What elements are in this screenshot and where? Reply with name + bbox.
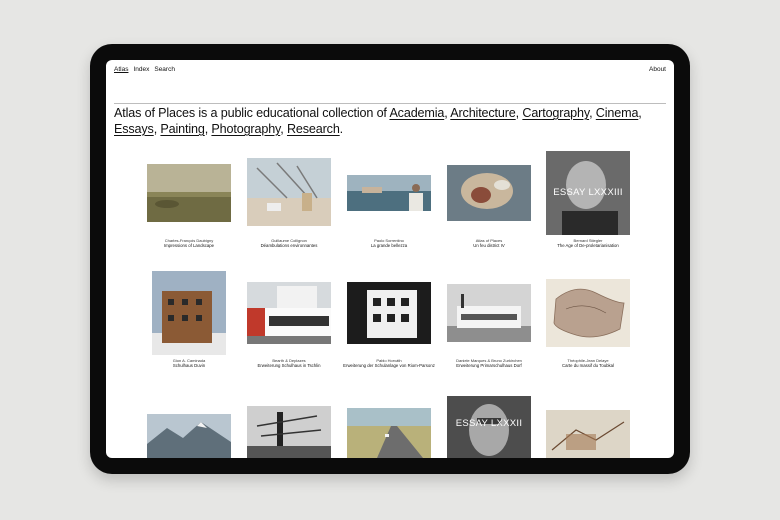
- intro-lead: Atlas of Places is a public educational …: [114, 106, 387, 120]
- tablet-frame: Atlas Index Search About Atlas of Places…: [90, 44, 690, 474]
- top-nav: Atlas Index Search: [114, 66, 175, 73]
- category-photography[interactable]: Photography: [211, 122, 280, 136]
- thumb-map[interactable]: [546, 279, 630, 347]
- thumb-road-photo[interactable]: [347, 408, 431, 458]
- category-architecture[interactable]: Architecture: [450, 106, 516, 120]
- caption-5: Bernard Stiegler The Age of De-proletari…: [538, 238, 638, 248]
- category-painting[interactable]: Painting: [160, 122, 204, 136]
- caption-2: Guillaume Collignon Déambulations enviro…: [239, 238, 339, 248]
- category-research[interactable]: Research: [287, 122, 340, 136]
- thumb-industrial-photo[interactable]: [247, 406, 331, 458]
- caption-title[interactable]: Carte du massif du Toubkal: [538, 363, 638, 368]
- caption-title[interactable]: Déambulations environnantes: [239, 243, 339, 248]
- caption-4: Atlas of Places Un feu district IV: [439, 238, 539, 248]
- thumb-film-still[interactable]: [347, 175, 431, 211]
- caption-10: Théophile-Jean Delaye Carte du massif du…: [538, 358, 638, 368]
- caption-title[interactable]: Impressions of Landscape: [139, 243, 239, 248]
- thumb-mountain-photo[interactable]: [147, 414, 231, 458]
- essay-overlay-label: ESSAY LXXXII: [455, 418, 523, 429]
- thumb-construction-photo[interactable]: [247, 158, 331, 226]
- category-cinema[interactable]: Cinema: [596, 106, 639, 120]
- thumb-wooden-house[interactable]: [152, 271, 226, 355]
- thumb-landscape-painting[interactable]: [147, 164, 231, 222]
- caption-title[interactable]: The Age of De-proletarianisation: [538, 243, 638, 248]
- category-cartography[interactable]: Cartography: [522, 106, 589, 120]
- caption-8: Pablo Horváth Erweiterung der Schulanlag…: [339, 358, 439, 368]
- caption-title[interactable]: Un feu district IV: [439, 243, 539, 248]
- caption-title[interactable]: Erweiterung Schulhaus in Tschlin: [239, 363, 339, 368]
- thumb-satellite-image[interactable]: [447, 165, 531, 221]
- caption-6: Gion A. Caminada Schulhaus Duvin: [139, 358, 239, 368]
- caption-title[interactable]: Schulhaus Duvin: [139, 363, 239, 368]
- thumb-school-building[interactable]: [247, 282, 331, 344]
- nav-about[interactable]: About: [649, 66, 666, 73]
- caption-7: Bearth & Deplazes Erweiterung Schulhaus …: [239, 358, 339, 368]
- browser-screen: Atlas Index Search About Atlas of Places…: [106, 60, 674, 458]
- category-academia[interactable]: Academia: [389, 106, 444, 120]
- thumb-school-building-bw[interactable]: [447, 284, 531, 342]
- thumb-essay-portrait[interactable]: ESSAY LXXXIII: [546, 151, 630, 235]
- thumb-essay-portrait[interactable]: ESSAY LXXXII: [447, 396, 531, 458]
- caption-3: Paolo Sorrentino La grande bellezza: [339, 238, 439, 248]
- thumb-school-building-bw[interactable]: [347, 282, 431, 344]
- caption-9: Daniele Marques & Bruno Zurkirchen Erwei…: [439, 358, 539, 368]
- caption-title[interactable]: La grande bellezza: [339, 243, 439, 248]
- caption-title[interactable]: Erweiterung der Schulanlage von Riom-Par…: [339, 363, 439, 368]
- caption-1: Charles-François Daubigny Impressions of…: [139, 238, 239, 248]
- intro-text: Atlas of Places is a public educational …: [114, 106, 642, 136]
- essay-overlay-label: ESSAY LXXXIII: [553, 187, 623, 198]
- caption-title[interactable]: Erweiterung Primarschulhaus Dorf: [439, 363, 539, 368]
- header-divider: [114, 103, 666, 104]
- thumb-drawing[interactable]: [546, 410, 630, 458]
- nav-index[interactable]: Index: [133, 66, 149, 73]
- category-essays[interactable]: Essays: [114, 122, 154, 136]
- nav-search[interactable]: Search: [154, 66, 175, 73]
- nav-atlas[interactable]: Atlas: [114, 66, 128, 73]
